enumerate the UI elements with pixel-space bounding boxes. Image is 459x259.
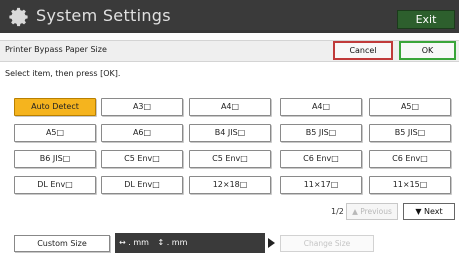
paper-size-a5-landscape[interactable]: A5□ (14, 124, 96, 142)
paper-size-b5-jis-portrait[interactable]: B5 JIS□ (280, 124, 362, 142)
custom-size-dimensions: ↔ . mm ↕ . mm (115, 233, 265, 253)
page-title: Printer Bypass Paper Size (5, 45, 107, 54)
paper-size-11x15[interactable]: 11×15□ (369, 176, 451, 194)
paper-size-a3[interactable]: A3□ (101, 98, 183, 116)
custom-width-value: ↔ . mm (119, 238, 149, 247)
paper-size-12x18[interactable]: 12×18□ (189, 176, 271, 194)
paper-size-auto-detect[interactable]: Auto Detect (14, 98, 96, 116)
paper-size-b5-jis-landscape[interactable]: B5 JIS□ (369, 124, 451, 142)
paper-size-b4-jis[interactable]: B4 JIS□ (189, 124, 271, 142)
app-title: System Settings (36, 6, 171, 25)
next-page-button[interactable]: ▼ Next (403, 203, 455, 220)
paper-size-b6-jis[interactable]: B6 JIS□ (14, 150, 96, 168)
instruction-text: Select item, then press [OK]. (5, 69, 121, 78)
paper-size-a6[interactable]: A6□ (101, 124, 183, 142)
cancel-button[interactable]: Cancel (333, 41, 393, 60)
change-size-button[interactable]: Change Size (280, 235, 374, 252)
paper-size-11x17[interactable]: 11×17□ (280, 176, 362, 194)
custom-size-button[interactable]: Custom Size (14, 235, 110, 252)
paper-size-c5-env-landscape[interactable]: C5 Env□ (189, 150, 271, 168)
previous-page-button[interactable]: ▲ Previous (346, 203, 398, 220)
paper-size-c6-env-landscape[interactable]: C6 Env□ (369, 150, 451, 168)
paper-size-dl-env-portrait[interactable]: DL Env□ (14, 176, 96, 194)
paper-size-dl-env-landscape[interactable]: DL Env□ (101, 176, 183, 194)
exit-button[interactable]: Exit (397, 10, 455, 29)
paper-size-c5-env-portrait[interactable]: C5 Env□ (101, 150, 183, 168)
page-indicator: 1/2 (331, 207, 344, 216)
paper-size-a5-portrait[interactable]: A5□ (369, 98, 451, 116)
ok-button[interactable]: OK (399, 41, 456, 60)
paper-size-c6-env-portrait[interactable]: C6 Env□ (280, 150, 362, 168)
paper-size-a4-portrait[interactable]: A4□ (189, 98, 271, 116)
title-bar: System Settings Exit (0, 0, 459, 33)
play-arrow-icon (268, 238, 275, 248)
gear-icon (9, 7, 28, 27)
paper-size-a4-landscape[interactable]: A4□ (280, 98, 362, 116)
custom-height-value: ↕ . mm (157, 238, 188, 247)
